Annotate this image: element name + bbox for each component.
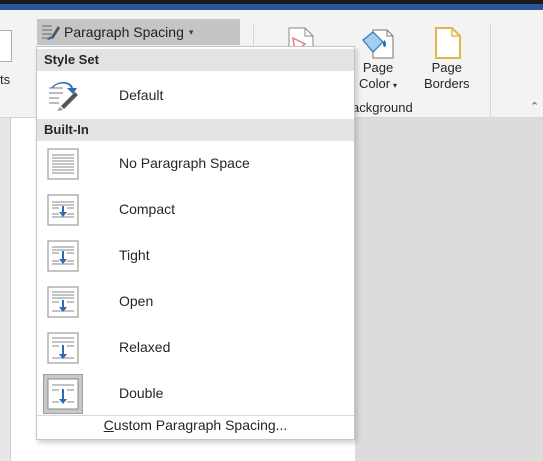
group-divider	[490, 24, 491, 120]
menu-separator	[37, 415, 354, 416]
built-in-header: Built-In	[37, 119, 354, 141]
custom-paragraph-spacing-label: ustom Paragraph Spacing...	[113, 417, 288, 433]
collapse-ribbon-icon[interactable]: ⌃	[530, 100, 539, 113]
page-borders-icon	[434, 27, 461, 59]
menu-item-relaxed[interactable]: Relaxed	[37, 326, 354, 370]
menu-item-open[interactable]: Open	[37, 280, 354, 324]
top-edge	[0, 0, 543, 4]
menu-item-compact[interactable]: Compact	[37, 188, 354, 232]
menu-item-label: No Paragraph Space	[119, 155, 250, 171]
menu-item-label: Relaxed	[119, 339, 171, 355]
chevron-down-icon: ▾	[188, 27, 194, 37]
document-canvas[interactable]	[355, 118, 543, 461]
page-color-label-2: Color ▾	[358, 76, 398, 91]
page-borders-label-2: Borders	[424, 76, 470, 91]
menu-item-no-paragraph-space[interactable]: No Paragraph Space	[37, 142, 354, 186]
default-style-set-icon	[49, 82, 78, 111]
access-key-c: C	[103, 417, 114, 433]
paragraph-spacing-label: Paragraph Spacing	[64, 24, 184, 40]
left-margin-area	[0, 118, 11, 461]
page-color-button[interactable]: Page Color ▾	[357, 26, 399, 94]
menu-item-label: Double	[119, 385, 164, 401]
theme-gallery-partial[interactable]	[0, 30, 12, 62]
no-paragraph-space-icon	[47, 148, 79, 180]
page-borders-button[interactable]: Page Borders	[424, 26, 470, 92]
paragraph-spacing-icon	[42, 25, 60, 40]
compact-spacing-icon	[47, 194, 79, 226]
menu-item-label: Compact	[119, 201, 176, 217]
ribbon-cut-label: ts	[0, 72, 11, 87]
style-set-header: Style Set	[37, 49, 354, 71]
menu-item-default[interactable]: Default	[37, 74, 354, 118]
page-color-icon	[362, 29, 394, 59]
open-spacing-icon	[47, 286, 79, 318]
word-window: ts Page Color ▾ Page Borders ackground ⌃…	[0, 0, 543, 461]
menu-item-label: Open	[119, 293, 154, 309]
page-color-label-1: Page	[362, 60, 394, 75]
page-borders-label-1: Page	[431, 60, 462, 75]
double-spacing-icon	[47, 378, 79, 410]
menu-item-label: Tight	[119, 247, 150, 263]
menu-item-label: Default	[119, 87, 164, 103]
relaxed-spacing-icon	[47, 332, 79, 364]
paragraph-spacing-menu: Style Set Default Built-In No Paragraph …	[36, 46, 355, 440]
page-background-group-label: ackground	[352, 100, 413, 115]
menu-item-double[interactable]: Double	[37, 372, 354, 416]
menu-item-tight[interactable]: Tight	[37, 234, 354, 278]
paragraph-spacing-button[interactable]: Paragraph Spacing ▾	[37, 19, 240, 45]
custom-paragraph-spacing-item[interactable]: Custom Paragraph Spacing...	[37, 417, 354, 433]
tight-spacing-icon	[47, 240, 79, 272]
